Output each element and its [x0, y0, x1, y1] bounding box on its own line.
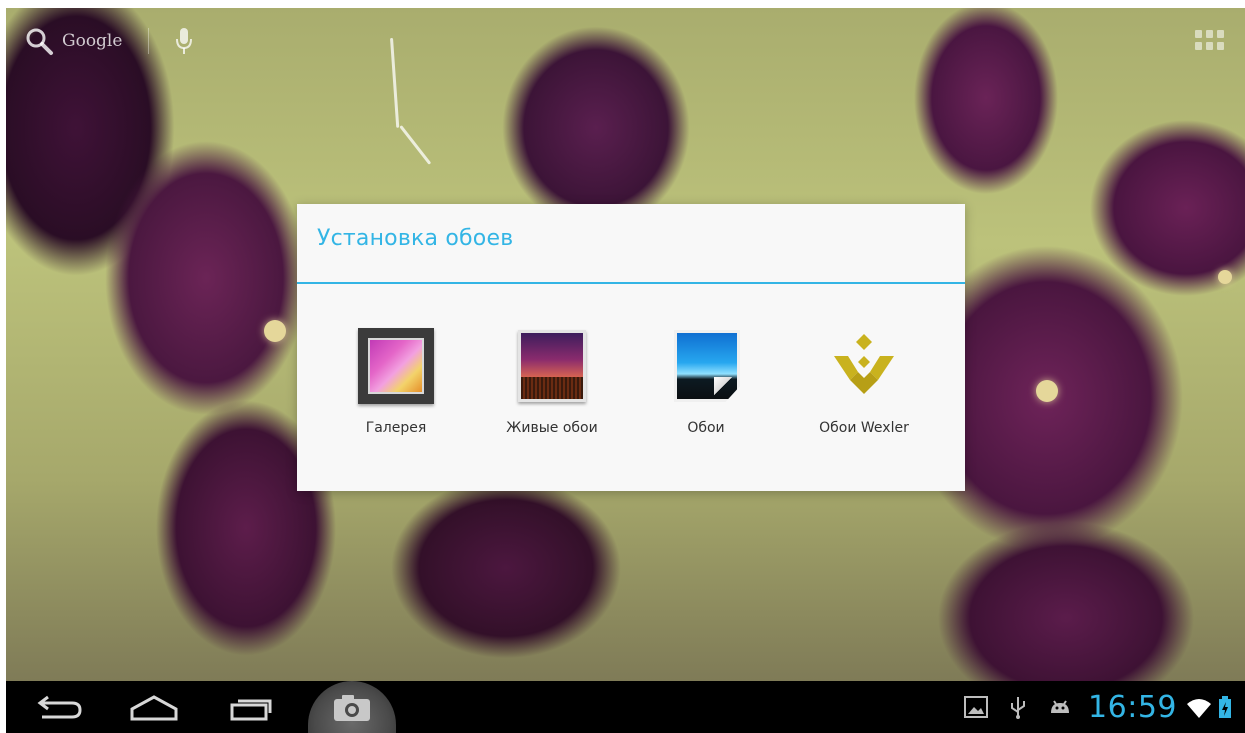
back-icon[interactable]: [28, 689, 88, 725]
battery-icon: [1217, 693, 1233, 721]
flower-stamen: [1036, 380, 1058, 402]
back-button[interactable]: [28, 689, 88, 725]
option-wexler-wallpapers[interactable]: Обои Wexler: [794, 326, 934, 456]
all-apps-icon[interactable]: [1195, 30, 1224, 52]
option-gallery[interactable]: Галерея: [326, 326, 466, 456]
search-divider: [148, 28, 150, 54]
wexler-wallpapers-icon[interactable]: [824, 326, 904, 406]
option-label[interactable]: Обои Wexler: [819, 420, 909, 436]
wallpaper-source-options: Галерея Живые обои Обои Обои Wexler: [297, 284, 965, 491]
set-wallpaper-dialog: Установка обоев Галерея Живые обои Обои: [297, 204, 965, 491]
recent-apps-button[interactable]: [220, 689, 280, 725]
analog-clock-hand: [399, 125, 432, 165]
option-label[interactable]: Галерея: [366, 420, 427, 436]
gallery-notification-icon[interactable]: [962, 693, 990, 721]
option-label[interactable]: Живые обои: [506, 420, 597, 436]
search-icon[interactable]: [24, 26, 54, 56]
system-navigation-bar: 16:59: [6, 681, 1245, 733]
usb-icon: [1004, 693, 1032, 721]
option-wallpapers[interactable]: Обои: [636, 326, 776, 456]
android-debug-icon: [1046, 693, 1074, 721]
flower-stamen: [264, 320, 286, 342]
device-screen: Google Установка обоев Галерея Живые обо…: [0, 0, 1245, 733]
recent-apps-icon[interactable]: [220, 689, 280, 725]
analog-clock-hand: [390, 37, 400, 128]
option-live-wallpapers[interactable]: Живые обои: [482, 326, 622, 456]
status-clock: 16:59: [1088, 689, 1177, 725]
option-label[interactable]: Обои: [687, 420, 724, 436]
dialog-title: Установка обоев: [317, 226, 514, 251]
home-button[interactable]: [124, 689, 184, 725]
screenshot-button[interactable]: [308, 681, 396, 733]
camera-icon[interactable]: [308, 681, 396, 733]
google-search-widget[interactable]: Google: [24, 24, 193, 58]
wifi-icon: [1185, 693, 1213, 721]
search-label[interactable]: Google: [62, 31, 122, 51]
live-wallpapers-icon[interactable]: [512, 326, 592, 406]
gallery-icon[interactable]: [356, 326, 436, 406]
mic-icon[interactable]: [175, 26, 193, 56]
home-icon[interactable]: [124, 689, 184, 725]
flower-stamen: [1218, 270, 1232, 284]
wallpapers-icon[interactable]: [666, 326, 746, 406]
status-area[interactable]: 16:59: [948, 681, 1245, 733]
